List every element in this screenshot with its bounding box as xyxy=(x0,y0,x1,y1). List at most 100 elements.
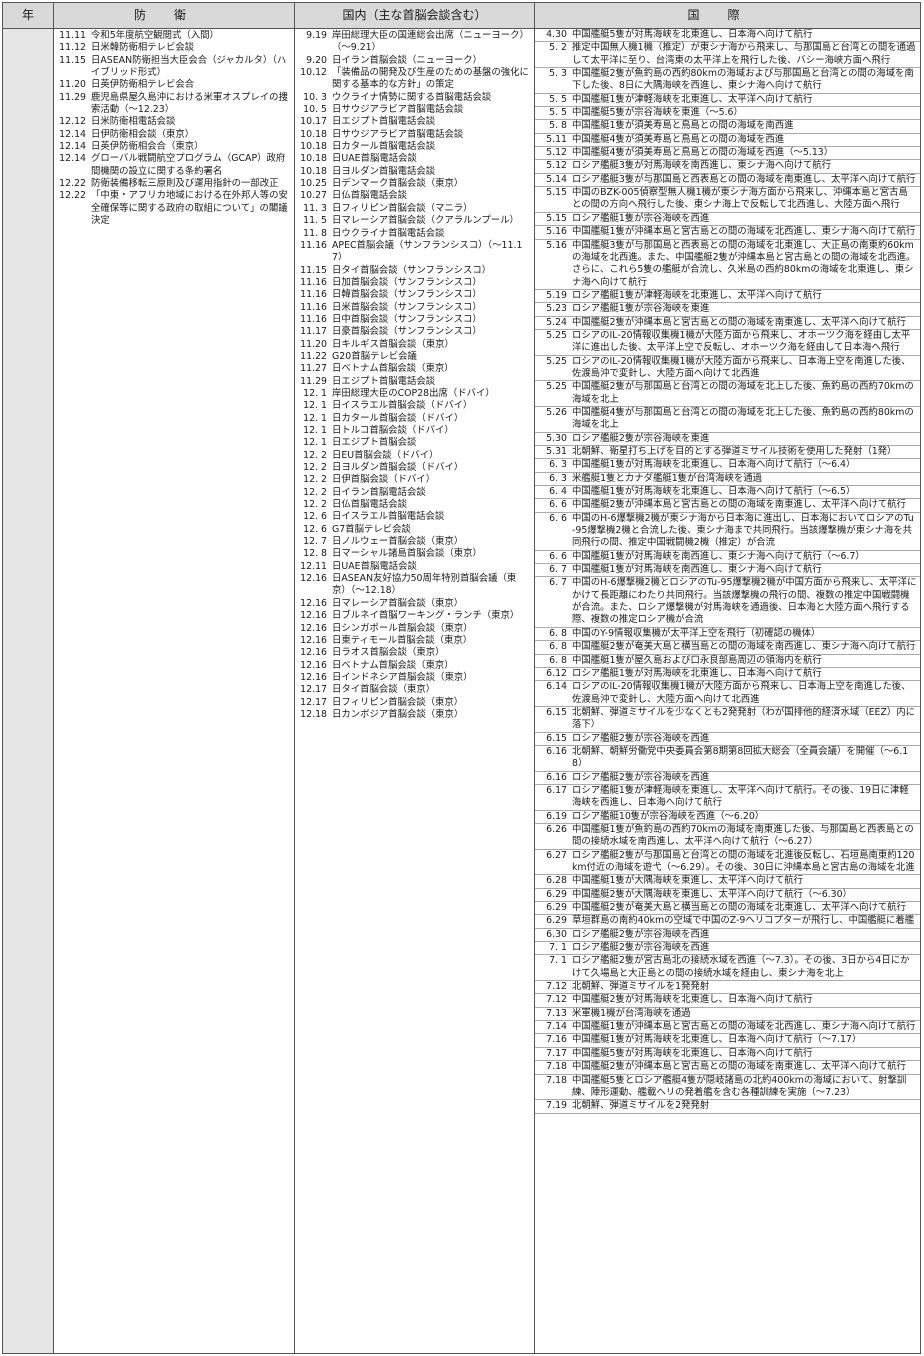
domestic-entry: 12.16 日シンガポール首脳会談（東京） xyxy=(295,623,534,635)
entry-text: 草垣群島の南約40kmの空域で中国のZ-9ヘリコプターが飛行し、中国艦艇に着艦 xyxy=(572,915,915,927)
international-entry: 6.29 中国艦艇2隻が奄美大島と横当島との間の海域を北東進し、太平洋へ向けて航行 xyxy=(535,902,920,916)
entry-date: 12.17 xyxy=(300,696,327,708)
entry-text: 日カタール首脳電話会談 xyxy=(332,141,436,153)
entry-text: 日マーシャル諸島首脳会談（東京） xyxy=(332,548,482,560)
entry-text: ロシアのIL-20情報収集機1機が大陸方面から飛来し、オホーツク海を経由し太平洋… xyxy=(572,329,911,354)
international-entry: 6.19 ロシア艦艇10隻が宗谷海峡を西進（～6.20） xyxy=(535,811,920,824)
entry-date: 5. 5 xyxy=(549,93,567,105)
entry-date: 10. 5 xyxy=(303,104,327,116)
entry-date: 12. 1 xyxy=(303,387,327,399)
domestic-entry: 12.11 日UAE首脳電話会談 xyxy=(295,561,534,573)
entry-text: 防衛装備移転三原則及び運用指針の一部改正 xyxy=(91,178,279,190)
entry-text: 日デンマーク首脳会談（東京） xyxy=(332,178,464,190)
domestic-entry: 12.18 日カンボジア首脳会談（東京） xyxy=(295,709,534,721)
domestic-entry: 12. 1 岸田総理大臣のCOP28出席（ドバイ） xyxy=(295,388,534,400)
international-entry: 5. 5 中国艦艇1隻が津軽海峡を北東進し、太平洋へ向けて航行 xyxy=(535,93,920,108)
entry-date: 12. 2 xyxy=(303,449,327,461)
entry-text: 岸田総理大臣の国連総会出席（ニューヨーク）（～9.21） xyxy=(332,30,529,54)
international-entry: 6.15 北朝鮮、弾道ミサイルを少なくとも2発発射（わが国排他的経済水域（EEZ）… xyxy=(535,707,920,733)
entry-date: 12. 2 xyxy=(303,462,327,474)
domestic-entry: 10.12 「装備品の開発及び生産のための基盤の強化に関する基本的な方針」の策定 xyxy=(295,67,534,92)
international-entry: 6.12 ロシア艦艇1隻が対馬海峡を北東進し、日本海へ向けて航行 xyxy=(535,667,920,682)
entry-text: 岸田総理大臣のCOP28出席（ドバイ） xyxy=(332,387,495,399)
entry-text: 中国艦艇5隻が対馬海峡を北東進し、日本海へ向けて航行 xyxy=(572,1047,813,1059)
entry-date: 12. 7 xyxy=(303,536,327,548)
domestic-entry: 12.16 日マレーシア首脳会談（東京） xyxy=(295,598,534,610)
entry-date: 6. 8 xyxy=(549,627,567,639)
domestic-entry: 10.27 日仏首脳電話会談 xyxy=(295,190,534,202)
international-entry: 4.30 中国艦艇5隻が対馬海峡を北東進し、日本海へ向けて航行 xyxy=(535,29,920,43)
entry-date: 6.16 xyxy=(546,771,567,783)
entry-date: 12. 2 xyxy=(303,486,327,498)
entry-date: 12. 6 xyxy=(303,523,327,535)
entry-date: 6.27 xyxy=(546,849,567,861)
domestic-entry: 11.17 日豪首脳会談（サンフランシスコ） xyxy=(295,326,534,338)
entry-date: 11. 3 xyxy=(303,202,327,214)
entry-date: 5.16 xyxy=(546,239,567,251)
domestic-entry: 10. 5 日サウジアラビア首脳電話会談 xyxy=(295,104,534,116)
domestic-entry: 12. 2 日伊首脳会談（ドバイ） xyxy=(295,474,534,486)
entry-date: 5.24 xyxy=(546,316,567,328)
header-defense: 防衛 xyxy=(54,3,295,28)
entry-text: 中国艦艇5隻が宗谷海峡を東進（～5.6） xyxy=(572,107,743,119)
domestic-entry: 12. 7 日ノルウェー首脳会談（東京） xyxy=(295,536,534,548)
entry-text: 日カンボジア首脳会談（東京） xyxy=(332,708,464,720)
entry-text: 中国艦艇2隻が奄美大島と横当島との間の海域を南西進し、東シナ海へ向けて航行 xyxy=(572,641,916,653)
entry-date: 5.11 xyxy=(546,133,567,145)
international-entry: 6.29 中国艦艇2隻が大隅海峡を東進し、太平洋へ向けて航行（～6.30） xyxy=(535,888,920,903)
entry-text: 日ベトナム首脳会談（東京） xyxy=(332,659,454,671)
entry-text: 日カタール首脳会談（ドバイ） xyxy=(332,412,464,424)
international-entry: 5.24 中国艦艇2隻が沖縄本島と宮古島との間の海域を南東進し、太平洋へ向けて航行 xyxy=(535,317,920,330)
domestic-entry: 11.16 日中首脳会談（サンフランシスコ） xyxy=(295,314,534,326)
entry-date: 12. 1 xyxy=(303,437,327,449)
entry-date: 12.11 xyxy=(300,560,327,572)
international-entry: 5. 2 推定中国無人機1機（推定）が東シナ海から飛来し、与那国島と台湾との間を通… xyxy=(535,42,920,69)
domestic-column: 9.19 岸田総理大臣の国連総会出席（ニューヨーク）（～9.21） 9.20 日イラン… xyxy=(295,29,535,1353)
entry-date: 12.22 xyxy=(59,190,86,202)
entry-text: 中国のH-6爆撃機2機が東シナ海から日本海に進出し、日本海においてロシアのTu-… xyxy=(572,512,914,549)
international-entry: 7.13 米軍機1機が台湾海峡を通過 xyxy=(535,1008,920,1022)
entry-text: ロシア艦艇1隻が宗谷海峡を東進 xyxy=(572,303,710,315)
entry-text: 日英伊防衛相会合（東京） xyxy=(91,141,204,153)
entry-date: 10.12 xyxy=(300,67,327,79)
entry-date: 7.18 xyxy=(546,1061,567,1073)
entry-text: ロシア艦艇1隻が対馬海峡を北東進し、日本海へ向けて航行 xyxy=(572,667,822,679)
entry-date: 6.30 xyxy=(546,928,567,940)
entry-text: ロシア艦艇2隻が宗谷海峡を西進 xyxy=(572,928,710,940)
entry-date: 6.28 xyxy=(546,875,567,887)
international-entry: 5.16 中国艦艇1隻が沖縄本島と宮古島との間の海域を北西進し、東シナ海へ向けて航… xyxy=(535,226,920,240)
entry-text: 中国艦艇1隻が対馬海峡を北東進し、日本海へ向けて航行（～7.17） xyxy=(572,1034,862,1046)
entry-date: 6.29 xyxy=(546,888,567,900)
entry-date: 12.14 xyxy=(59,153,86,165)
international-entry: 6.30 ロシア艦艇2隻が宗谷海峡を西進 xyxy=(535,928,920,943)
entry-text: 中国艦艇2隻が沖縄本島と宮古島との間の海域を南東進し、太平洋へ向けて航行 xyxy=(572,1061,906,1073)
domestic-entry: 12. 2 日EU首脳会談（ドバイ） xyxy=(295,450,534,462)
international-entry: 6.27 ロシア艦艇2隻が与那国島と台湾との間の海域を北進後反転し、石垣島南東約1… xyxy=(535,850,920,876)
international-entry: 5.25 ロシアのIL-20情報収集機1機が大陸方面から飛来し、オホーツク海を経由… xyxy=(535,330,920,356)
entry-date: 7. 1 xyxy=(549,942,567,954)
entry-date: 5.15 xyxy=(546,212,567,224)
entry-date: 7.17 xyxy=(546,1047,567,1059)
entry-text: 中国艦艇2隻が対馬海峡を北東進し、日本海へ向けて航行 xyxy=(572,994,813,1006)
domestic-entry: 12. 8 日マーシャル諸島首脳会談（東京） xyxy=(295,548,534,560)
entry-text: 中国艦艇1隻が対馬海峡を南西進し、東シナ海へ向けて航行（～6.7） xyxy=(572,550,865,562)
entry-text: 中国艦艇1隻が魚釣島の西約70kmの海域を南東進した後、与那国島と西表島との間の… xyxy=(572,823,914,848)
entry-text: 日フィリピン首脳会談（マニラ） xyxy=(332,202,473,214)
entry-date: 4.30 xyxy=(546,29,567,40)
entry-text: 中国のBZK-005偵察型無人機1機が東シナ海方面から飛来し、沖縄本島と宮古島と… xyxy=(572,187,908,211)
domestic-entry: 11.20 日キルギス首脳会談（東京） xyxy=(295,339,534,351)
entry-date: 6.15 xyxy=(546,706,567,718)
entry-text: 中国艦艇1隻が対馬海峡を北東進し、日本海へ向けて航行（～6.5） xyxy=(572,486,856,498)
entry-text: 中国艦艇5隻が対馬海峡を北東進し、日本海へ向けて航行 xyxy=(572,29,813,40)
domestic-entry: 12.16 日ASEAN友好協力50周年特別首脳会議（東京）（～12.18） xyxy=(295,573,534,598)
domestic-entry: 11.27 日ベトナム首脳会談（東京） xyxy=(295,363,534,375)
entry-text: 日ブルネイ首脳ワーキング・ランチ（東京） xyxy=(332,610,520,622)
entry-date: 6.17 xyxy=(546,784,567,796)
entry-date: 11.16 xyxy=(300,289,327,301)
entry-text: 日英伊防衛相テレビ会合 xyxy=(91,79,195,91)
international-entry: 6.26 中国艦艇1隻が魚釣島の西約70kmの海域を南東進した後、与那国島と西表島… xyxy=(535,824,920,850)
entry-date: 6.14 xyxy=(546,681,567,693)
entry-text: 中国艦艇1隻が沖縄本島と宮古島との間の海域を北西進し、東シナ海へ向けて航行 xyxy=(572,226,916,238)
entry-text: G20首脳テレビ会議 xyxy=(332,350,417,362)
entry-date: 10.27 xyxy=(300,190,327,202)
